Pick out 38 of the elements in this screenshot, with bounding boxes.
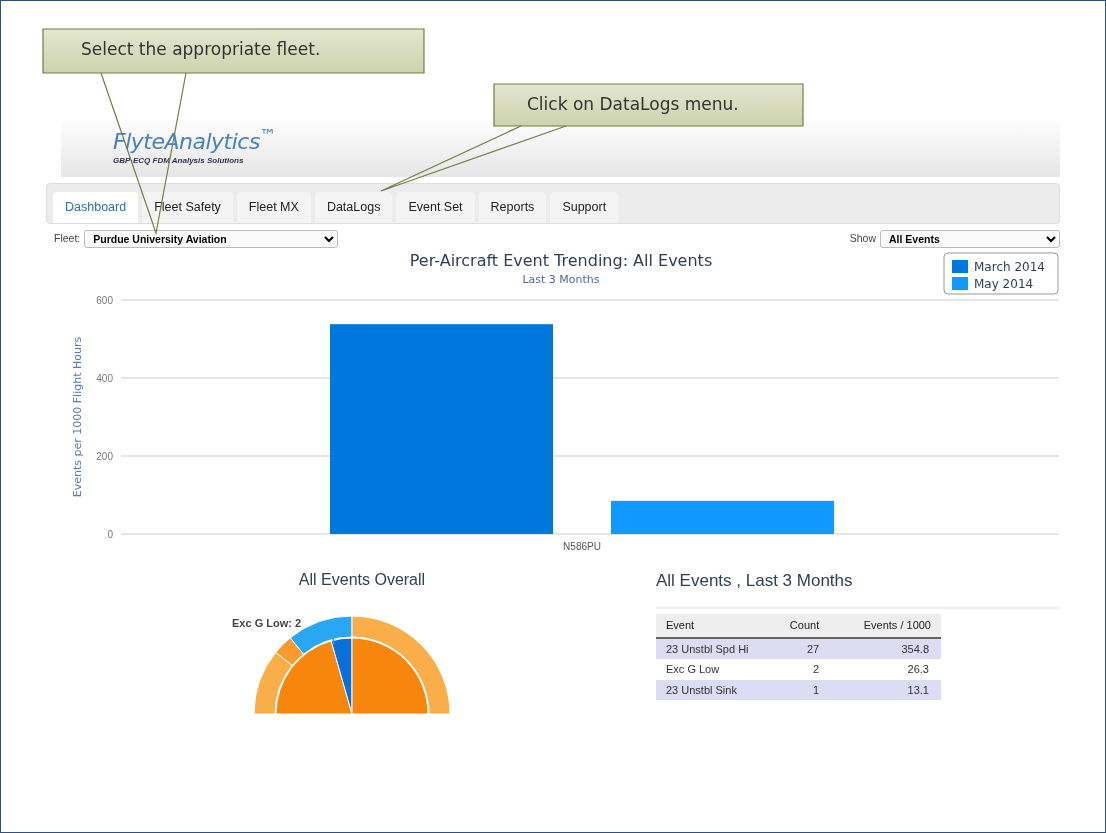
legend-label[interactable]: March 2014	[974, 259, 1045, 274]
axis-title: Events per 1000 Flight Hours	[71, 336, 84, 497]
axis-tick-label: N586PU	[563, 540, 601, 552]
fleet-label: Fleet:	[54, 230, 81, 246]
data-label: Exc G Low: 2	[232, 616, 302, 629]
column-header: Count	[766, 614, 830, 638]
table-cell: 23 Unstbl Sink	[656, 679, 766, 701]
axis-tick-label: 200	[96, 450, 113, 462]
nav-tab[interactable]: Support	[550, 192, 619, 223]
callout-text: Select the appropriate fleet.	[81, 39, 321, 59]
table-cell: 354.8	[829, 637, 941, 660]
axis-tick-label: 0	[107, 528, 113, 540]
column-header: Events / 1000	[829, 614, 941, 638]
show-select[interactable]: All Events	[880, 229, 1060, 248]
show-label: Show	[849, 230, 876, 246]
column-header: Event	[656, 614, 766, 638]
table-cell: 23 Unstbl Spd Hi	[656, 637, 766, 660]
nav-tab[interactable]: DataLogs	[314, 192, 393, 223]
fleet-select[interactable]: Purdue University Aviation	[84, 229, 339, 248]
table-title: All Events , Last 3 Months	[656, 569, 854, 592]
table-cell: 1	[766, 679, 830, 701]
table-cell: 27	[766, 637, 830, 660]
nav-tab[interactable]: Event Set	[396, 192, 475, 223]
axis-tick-label: 400	[96, 372, 113, 384]
table-cell: Exc G Low	[656, 659, 766, 680]
nav-tab[interactable]: Dashboard	[53, 192, 139, 223]
nav-tab[interactable]: Reports	[478, 192, 547, 223]
chart-title: Per-Aircraft Event Trending: All Events	[409, 250, 713, 270]
table-cell: 13.1	[829, 679, 941, 701]
callout-text: Click on DataLogs menu.	[527, 94, 739, 114]
table-cell: 26.3	[829, 659, 941, 680]
legend-label[interactable]: May 2014	[974, 276, 1034, 291]
nav-tab[interactable]: Fleet Safety	[142, 192, 233, 223]
nav-tab[interactable]: Fleet MX	[236, 192, 311, 223]
table-cell: 2	[766, 659, 830, 680]
chart-subtitle: Last 3 Months	[522, 272, 600, 286]
chart-title: All Events Overall	[297, 569, 427, 590]
axis-tick-label: 600	[96, 294, 113, 306]
